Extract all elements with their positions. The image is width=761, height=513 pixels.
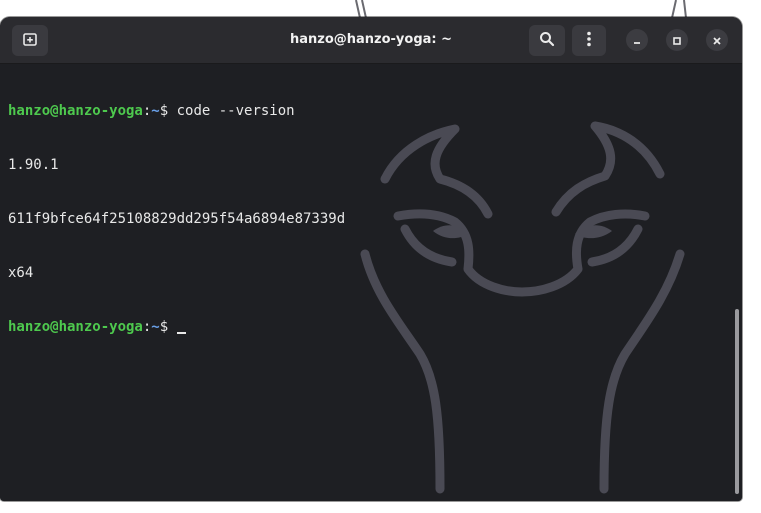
minimize-button[interactable] [626,29,648,51]
close-button[interactable] [706,29,728,51]
prompt-path: ~ [151,103,160,119]
prompt-line: hanzo@hanzo-yoga:~$ [8,318,345,336]
search-button[interactable] [529,25,565,56]
minimize-icon [632,31,642,50]
prompt-symbol: $ [159,319,177,335]
terminal-window: hanzo@hanzo-yoga: ~ hanzo@hanzo-yoga:~$ … [0,17,742,501]
close-icon [712,31,722,50]
prompt-line: hanzo@hanzo-yoga:~$ code --version [8,102,345,120]
desktop: hanzo@hanzo-yoga: ~ hanzo@hanzo-yoga:~$ … [0,0,761,513]
prompt-user-host: hanzo@hanzo-yoga [8,319,143,335]
terminal-output: hanzo@hanzo-yoga:~$ code --version 1.90.… [8,66,345,372]
text-cursor [176,332,186,334]
kebab-menu-icon [586,31,592,51]
prompt-path: ~ [151,319,160,335]
scrollbar-thumb[interactable] [735,309,739,494]
new-tab-button[interactable] [12,25,48,56]
command-text: code --version [176,103,295,119]
headerbar: hanzo@hanzo-yoga: ~ [0,17,742,64]
new-tab-icon [23,31,37,50]
search-icon [539,31,555,51]
prompt-symbol: $ [159,103,177,119]
maximize-button[interactable] [666,29,688,51]
output-line: 1.90.1 [8,157,59,173]
output-line: 611f9bfce64f25108829dd295f54a6894e87339d [8,211,346,227]
terminal-view[interactable]: hanzo@hanzo-yoga:~$ code --version 1.90.… [0,64,742,501]
output-line: x64 [8,265,34,281]
prompt-user-host: hanzo@hanzo-yoga [8,103,143,119]
menu-button[interactable] [572,25,606,56]
maximize-icon [672,31,682,50]
